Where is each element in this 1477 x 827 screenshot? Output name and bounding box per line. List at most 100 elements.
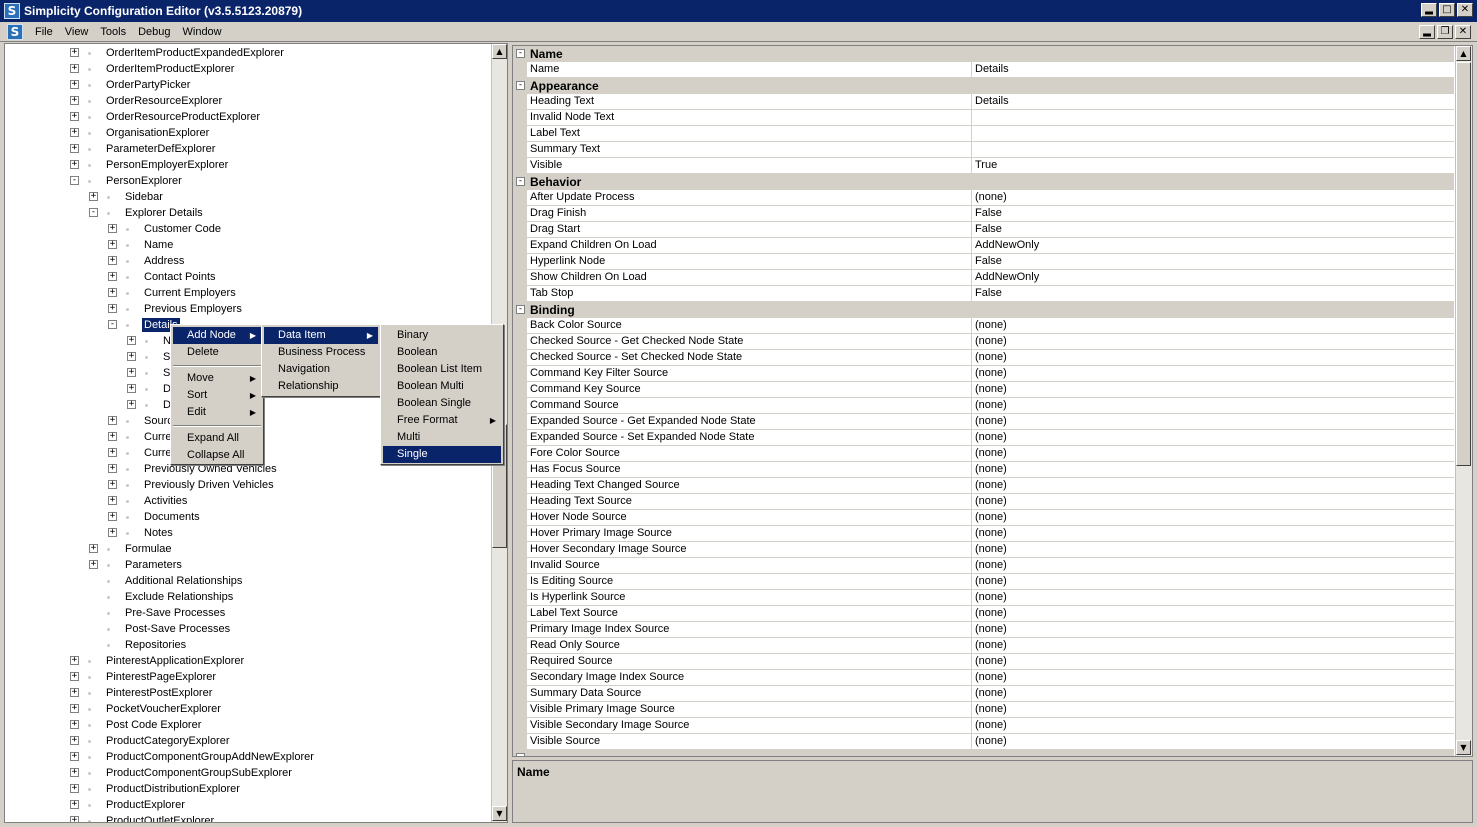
expand-icon[interactable]: + — [70, 112, 79, 121]
property-visible-secondary-image-source[interactable]: Visible Secondary Image Source (none) — [513, 718, 1454, 734]
menu-item-move[interactable]: Move ▶ — [173, 370, 261, 387]
tree-row-customer-code[interactable]: + Customer Code — [5, 221, 491, 237]
property-value[interactable]: (none) — [972, 334, 1454, 350]
data-item-multi[interactable]: Multi — [383, 429, 501, 446]
property-name[interactable]: Command Source — [527, 398, 972, 414]
property-fore-color-source[interactable]: Fore Color Source (none) — [513, 446, 1454, 462]
property-value[interactable]: (none) — [972, 318, 1454, 334]
property-name[interactable]: Name Details — [513, 62, 1454, 78]
property-name[interactable]: Command Key Source — [527, 382, 972, 398]
property-name[interactable]: Expand Children On Load — [527, 238, 972, 254]
property-name[interactable]: Visible Secondary Image Source — [527, 718, 972, 734]
property-show-children-on-load[interactable]: Show Children On Load AddNewOnly — [513, 270, 1454, 286]
property-value[interactable]: False — [972, 286, 1454, 302]
property-value[interactable]: (none) — [972, 558, 1454, 574]
expand-icon[interactable]: + — [108, 256, 117, 265]
property-name[interactable]: Name — [527, 62, 972, 78]
property-summary-data-source[interactable]: Summary Data Source (none) — [513, 686, 1454, 702]
property-name[interactable]: Hover Primary Image Source — [527, 526, 972, 542]
category-binding[interactable]: - Binding — [513, 302, 1454, 318]
tree-row-previously-driven-vehicles[interactable]: + Previously Driven Vehicles — [5, 477, 491, 493]
property-label-text[interactable]: Label Text — [513, 126, 1454, 142]
property-name[interactable]: Hover Secondary Image Source — [527, 542, 972, 558]
expand-icon[interactable]: + — [108, 288, 117, 297]
collapse-icon[interactable]: - — [516, 305, 525, 314]
tree-node-label[interactable]: OrganisationExplorer — [104, 126, 211, 140]
tree-node-label[interactable]: PinterestPostExplorer — [104, 686, 214, 700]
menu-window[interactable]: Window — [177, 26, 228, 38]
property-expand-children-on-load[interactable]: Expand Children On Load AddNewOnly — [513, 238, 1454, 254]
property-back-color-source[interactable]: Back Color Source (none) — [513, 318, 1454, 334]
category-appearance[interactable]: - Appearance — [513, 78, 1454, 94]
tree-row-pinterestpageexplorer[interactable]: + PinterestPageExplorer — [5, 669, 491, 685]
tree-row-name[interactable]: + Name — [5, 237, 491, 253]
tree-row-productcategoryexplorer[interactable]: + ProductCategoryExplorer — [5, 733, 491, 749]
tree-row-post-save-processes[interactable]: Post-Save Processes — [5, 621, 491, 637]
scroll-down-icon[interactable]: ▼ — [492, 806, 507, 821]
property-hover-node-source[interactable]: Hover Node Source (none) — [513, 510, 1454, 526]
property-value[interactable]: (none) — [972, 702, 1454, 718]
tree-node-label[interactable]: Previous Employers — [142, 302, 244, 316]
tree-row-previous-employers[interactable]: + Previous Employers — [5, 301, 491, 317]
menu-item-expand-all[interactable]: Expand All — [173, 430, 261, 447]
tree-node-label[interactable]: PersonEmployerExplorer — [104, 158, 230, 172]
property-value[interactable]: AddNewOnly — [972, 270, 1454, 286]
data-item-single[interactable]: Single — [383, 446, 501, 463]
collapse-icon[interactable]: - — [89, 208, 98, 217]
property-name[interactable]: Label Text — [527, 126, 972, 142]
expand-icon[interactable]: + — [70, 688, 79, 697]
tree-node-label[interactable]: Post-Save Processes — [123, 622, 232, 636]
prop-scroll-down-icon[interactable]: ▼ — [1456, 740, 1471, 755]
tree-row-post-code-explorer[interactable]: + Post Code Explorer — [5, 717, 491, 733]
expand-icon[interactable]: + — [108, 496, 117, 505]
tree-row-orderpartypicker[interactable]: + OrderPartyPicker — [5, 77, 491, 93]
tree-node-label[interactable]: Exclude Relationships — [123, 590, 235, 604]
tree-row-pocketvoucherexplorer[interactable]: + PocketVoucherExplorer — [5, 701, 491, 717]
mdi-restore-icon[interactable]: ❐ — [1437, 25, 1453, 39]
add-node-item-navigation[interactable]: Navigation — [264, 361, 378, 378]
property-name[interactable]: Checked Source - Set Checked Node State — [527, 350, 972, 366]
property-name[interactable]: Heading Text Source — [527, 494, 972, 510]
property-name[interactable]: After Update Process — [527, 190, 972, 206]
mdi-minimize-icon[interactable]: ▂ — [1419, 25, 1435, 39]
tree-node-label[interactable]: Activities — [142, 494, 189, 508]
tree-row-sidebar[interactable]: + Sidebar — [5, 189, 491, 205]
add-node-item-relationship[interactable]: Relationship — [264, 378, 378, 395]
property-name[interactable]: Heading Text Changed Source — [527, 478, 972, 494]
menu-item-delete[interactable]: Delete — [173, 344, 261, 361]
expand-icon[interactable]: + — [108, 224, 117, 233]
prop-scroll-thumb[interactable] — [1456, 62, 1471, 466]
expand-icon[interactable]: + — [127, 400, 136, 409]
menu-item-edit[interactable]: Edit ▶ — [173, 404, 261, 421]
property-has-focus-source[interactable]: Has Focus Source (none) — [513, 462, 1454, 478]
tree-row-explorer-details[interactable]: - Explorer Details — [5, 205, 491, 221]
expand-icon[interactable]: + — [89, 560, 98, 569]
property-primary-image-index-source[interactable]: Primary Image Index Source (none) — [513, 622, 1454, 638]
tree-node-label[interactable]: Additional Relationships — [123, 574, 244, 588]
property-name[interactable]: Invalid Source — [527, 558, 972, 574]
property-value[interactable]: False — [972, 222, 1454, 238]
tree-row-orderitemproductexplorer[interactable]: + OrderItemProductExplorer — [5, 61, 491, 77]
property-is-hyperlink-source[interactable]: Is Hyperlink Source (none) — [513, 590, 1454, 606]
menu-view[interactable]: View — [59, 26, 95, 38]
property-name[interactable]: Read Only Source — [527, 638, 972, 654]
property-name[interactable]: Invalid Node Text — [527, 110, 972, 126]
collapse-icon[interactable]: - — [516, 753, 525, 756]
property-name[interactable]: Is Hyperlink Source — [527, 590, 972, 606]
property-value[interactable]: (none) — [972, 382, 1454, 398]
maximize-icon[interactable]: □ — [1439, 3, 1455, 17]
property-value[interactable]: (none) — [972, 590, 1454, 606]
add-node-item-business-process[interactable]: Business Process — [264, 344, 378, 361]
collapse-icon[interactable]: - — [70, 176, 79, 185]
expand-icon[interactable]: + — [108, 432, 117, 441]
tree-node-label[interactable]: PocketVoucherExplorer — [104, 702, 223, 716]
property-required-source[interactable]: Required Source (none) — [513, 654, 1454, 670]
property-heading-text[interactable]: Heading Text Details — [513, 94, 1454, 110]
tree-row-personexplorer[interactable]: - PersonExplorer — [5, 173, 491, 189]
tree-row-repositories[interactable]: Repositories — [5, 637, 491, 653]
property-value[interactable]: (none) — [972, 510, 1454, 526]
close-icon[interactable]: ✕ — [1457, 3, 1473, 17]
tree-row-organisationexplorer[interactable]: + OrganisationExplorer — [5, 125, 491, 141]
tree-row-productdistributionexplorer[interactable]: + ProductDistributionExplorer — [5, 781, 491, 797]
expand-icon[interactable]: + — [70, 128, 79, 137]
